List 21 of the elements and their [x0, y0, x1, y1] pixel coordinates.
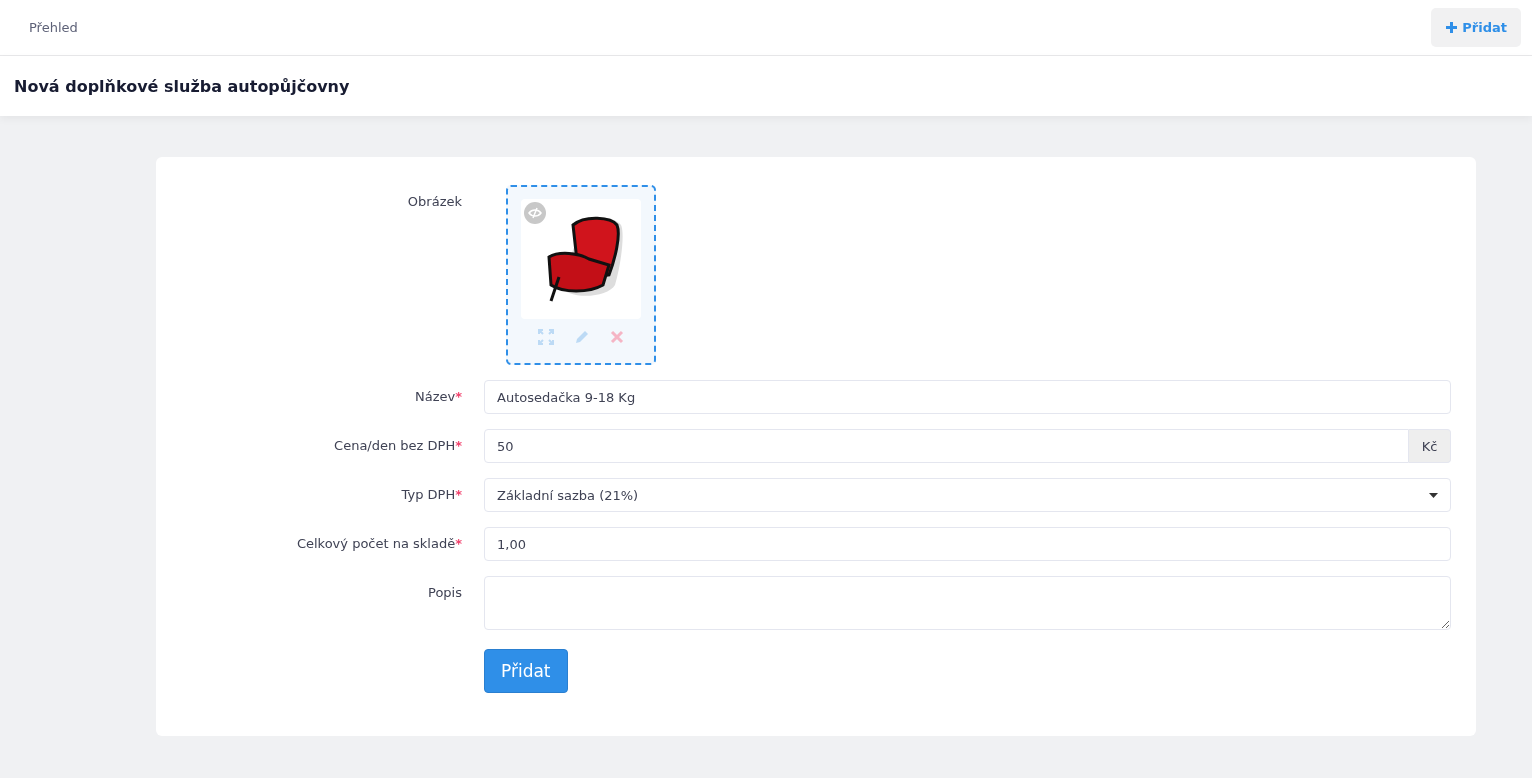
input-field[interactable]: Autosedačka 9-18 Kg — [484, 380, 1451, 414]
caret-icon — [1429, 492, 1438, 498]
page-title: Nová doplňkové služba autopůjčovny — [14, 76, 350, 96]
field-label: Popis — [428, 585, 462, 600]
field-label: Celkový počet na skladě* — [296, 536, 462, 551]
select-field[interactable]: Základní sazba (21%) — [484, 478, 1451, 512]
field-label: Název* — [414, 389, 462, 404]
pencil-icon[interactable] — [574, 329, 590, 345]
image-upload[interactable] — [506, 185, 656, 365]
field-label: Cena/den bez DPH* — [334, 438, 462, 453]
input-field[interactable]: 50 — [484, 429, 1409, 463]
plus-icon — [1445, 21, 1459, 34]
hidden-eye-icon — [524, 202, 546, 224]
breadcrumb-link[interactable]: Přehled — [29, 20, 78, 35]
field-label: Obrázek — [407, 194, 462, 209]
field-label: Typ DPH* — [401, 487, 462, 502]
input-field[interactable]: 1,00 — [484, 527, 1451, 561]
textarea-field[interactable] — [484, 576, 1451, 630]
close-icon[interactable] — [610, 330, 624, 344]
expand-icon[interactable] — [538, 329, 554, 345]
currency-addon: Kč — [1409, 429, 1451, 463]
